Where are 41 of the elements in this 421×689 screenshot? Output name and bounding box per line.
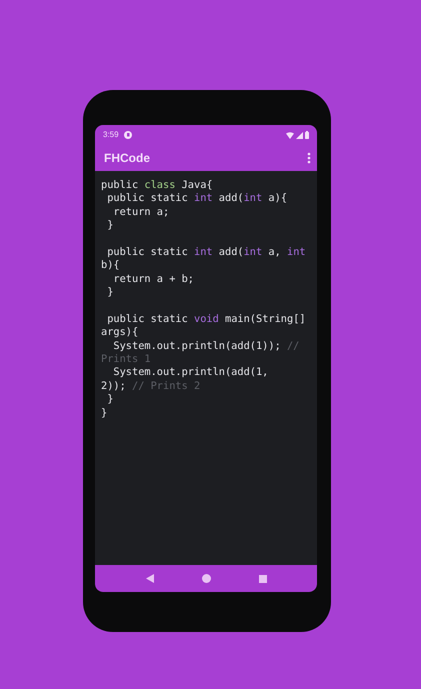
code-token: add(: [218, 192, 244, 204]
code-token: }: [106, 219, 114, 232]
code-comment: //: [286, 340, 300, 352]
code-token: }: [101, 406, 108, 419]
code-token: }: [106, 286, 114, 298]
code-token: Java{: [180, 179, 213, 191]
code-token: System.out.println(add(1));: [112, 340, 282, 352]
home-icon[interactable]: [202, 574, 210, 583]
code-token: }: [106, 393, 114, 406]
code-token: int: [194, 192, 213, 204]
code-token: int: [244, 192, 262, 204]
notification-icon: [124, 131, 132, 139]
app-title: FHCode: [104, 150, 150, 167]
code-token: public static: [106, 192, 189, 204]
code-token: public: [101, 179, 140, 191]
code-token: a){: [267, 192, 288, 204]
code-token: int: [244, 246, 262, 258]
code-comment: // Prints 2: [132, 380, 200, 392]
wifi-icon: [286, 132, 294, 138]
code-token: System.out.println(add(1,: [112, 366, 268, 378]
code-comment: Prints 1: [101, 353, 151, 366]
battery-icon: [305, 131, 309, 139]
code-token: b){: [101, 259, 120, 272]
code-token: return a;: [112, 206, 170, 218]
code-token: a,: [267, 246, 282, 258]
recents-icon[interactable]: [258, 574, 266, 582]
code-token: return a + b;: [112, 272, 194, 285]
code-token: public static: [106, 312, 189, 325]
code-token: main(String[]: [224, 312, 306, 325]
code-token: int: [194, 246, 213, 258]
code-token: add(: [218, 246, 244, 258]
back-icon[interactable]: [146, 574, 154, 583]
code-token: 2));: [101, 380, 127, 392]
code-token: int: [287, 246, 306, 258]
code-token: void: [194, 312, 219, 325]
signal-icon: [296, 132, 303, 138]
code-token: public static: [106, 246, 189, 258]
code-token: args){: [101, 326, 138, 338]
code-token: class: [144, 179, 176, 191]
more-options-icon[interactable]: [307, 152, 311, 164]
status-time: 3:59: [103, 129, 119, 141]
